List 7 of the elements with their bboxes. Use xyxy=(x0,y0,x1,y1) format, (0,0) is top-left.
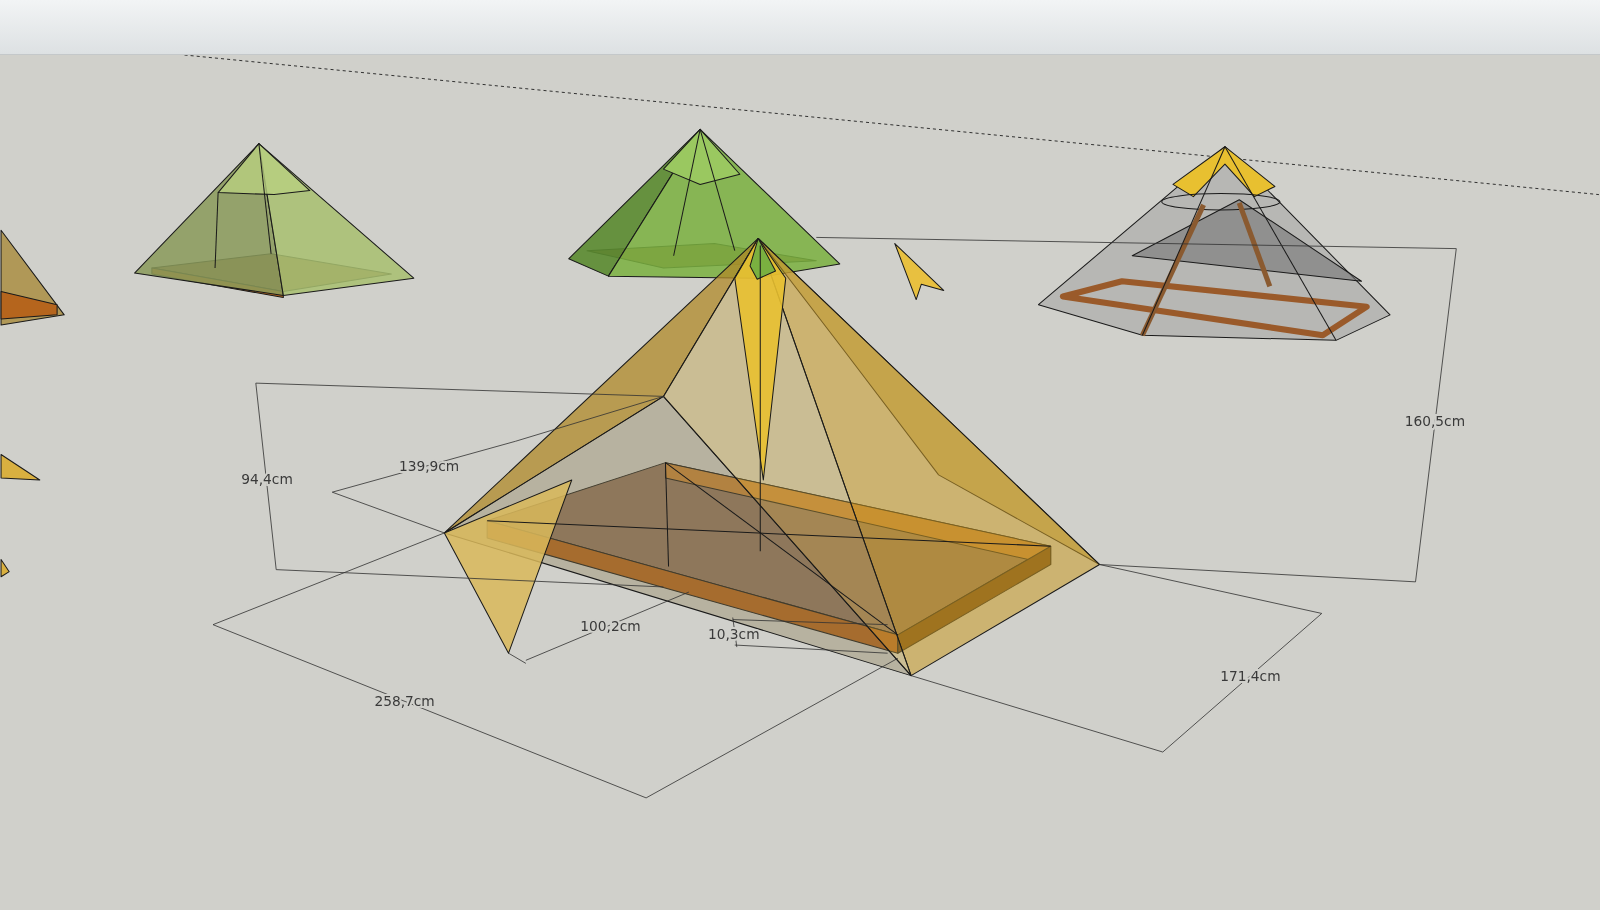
tent-flap-drawing xyxy=(0,453,41,481)
dimension-label: 171,4cm xyxy=(1220,667,1281,684)
dimension-label: 94,4cm xyxy=(241,471,293,488)
dimension-label: 160,5cm xyxy=(1404,412,1466,429)
dimension-label: 10,3cm xyxy=(707,625,760,642)
arrow-drawing xyxy=(894,243,945,301)
tent-flap-drawing xyxy=(0,558,10,578)
